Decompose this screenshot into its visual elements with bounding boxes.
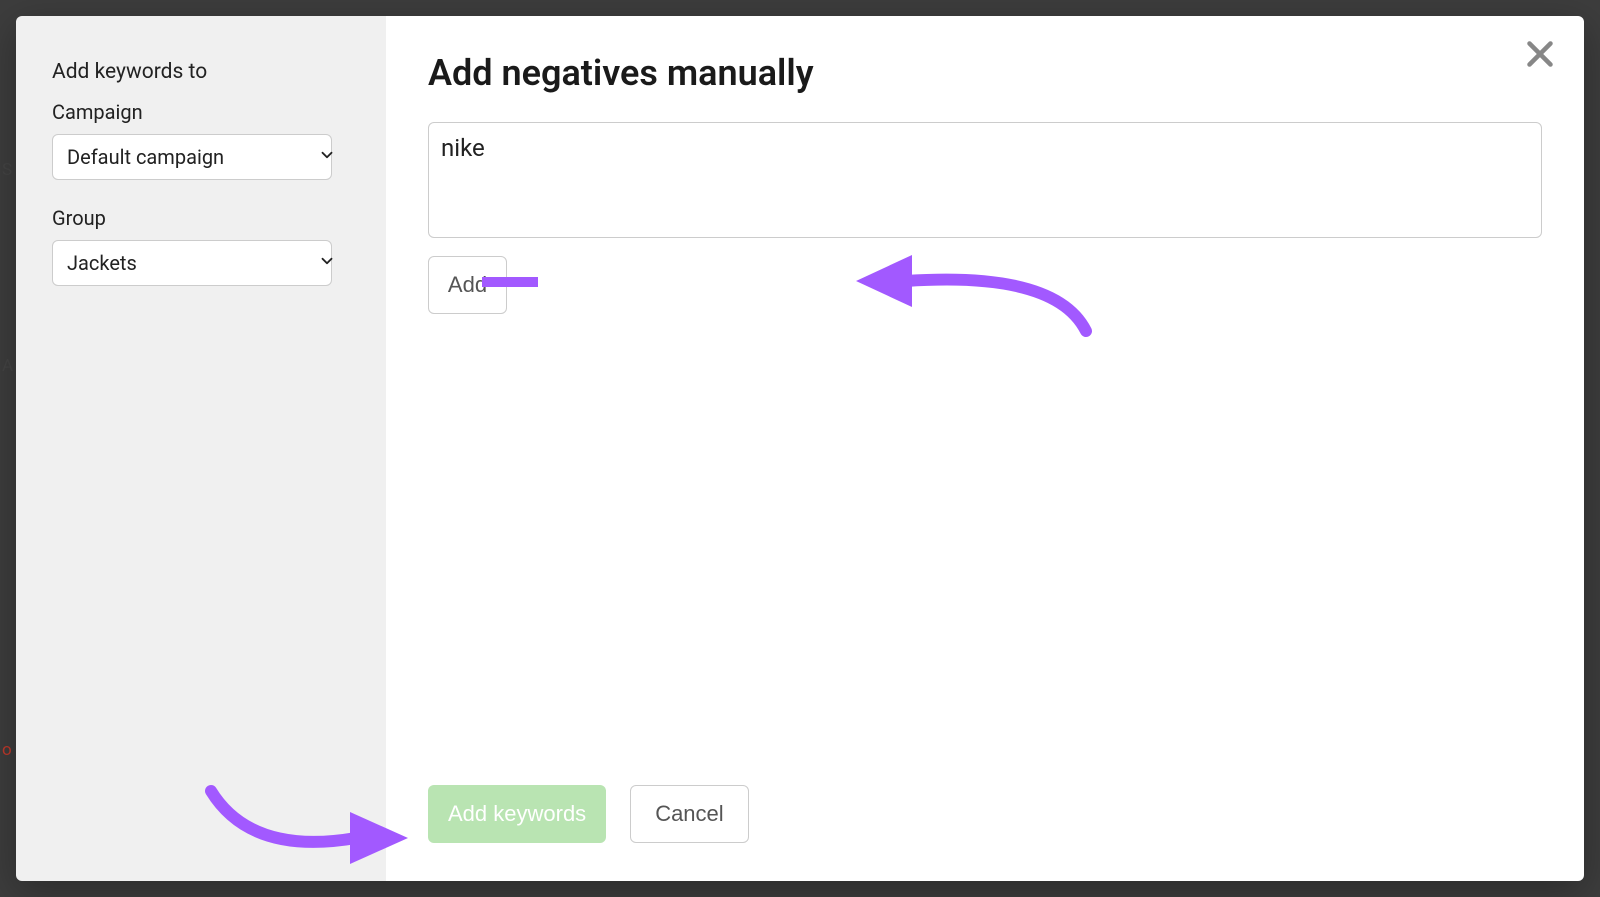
sidebar: Add keywords to Campaign Default campaig… (16, 16, 386, 881)
modal-footer: Add keywords Cancel (428, 765, 1542, 853)
group-select[interactable]: Jackets (52, 240, 350, 286)
add-button[interactable]: Add (428, 256, 507, 314)
bg-text: o (2, 740, 12, 760)
keyword-input-wrap (428, 122, 1542, 242)
close-button[interactable] (1522, 36, 1558, 72)
keyword-input[interactable] (428, 122, 1542, 238)
add-negatives-modal: Add keywords to Campaign Default campaig… (16, 16, 1584, 881)
cancel-button[interactable]: Cancel (630, 785, 748, 843)
bg-text: S (2, 160, 12, 180)
modal-title: Add negatives manually (428, 52, 1542, 94)
main-panel: Add negatives manually Add Add keywords … (386, 16, 1584, 881)
add-keywords-button[interactable]: Add keywords (428, 785, 606, 843)
sidebar-title: Add keywords to (52, 60, 350, 84)
group-label: Group (52, 206, 350, 230)
campaign-select-value: Default campaign (67, 145, 224, 169)
bg-text: A (2, 356, 13, 376)
group-select-value: Jackets (67, 251, 137, 275)
campaign-select[interactable]: Default campaign (52, 134, 350, 180)
campaign-label: Campaign (52, 100, 350, 124)
